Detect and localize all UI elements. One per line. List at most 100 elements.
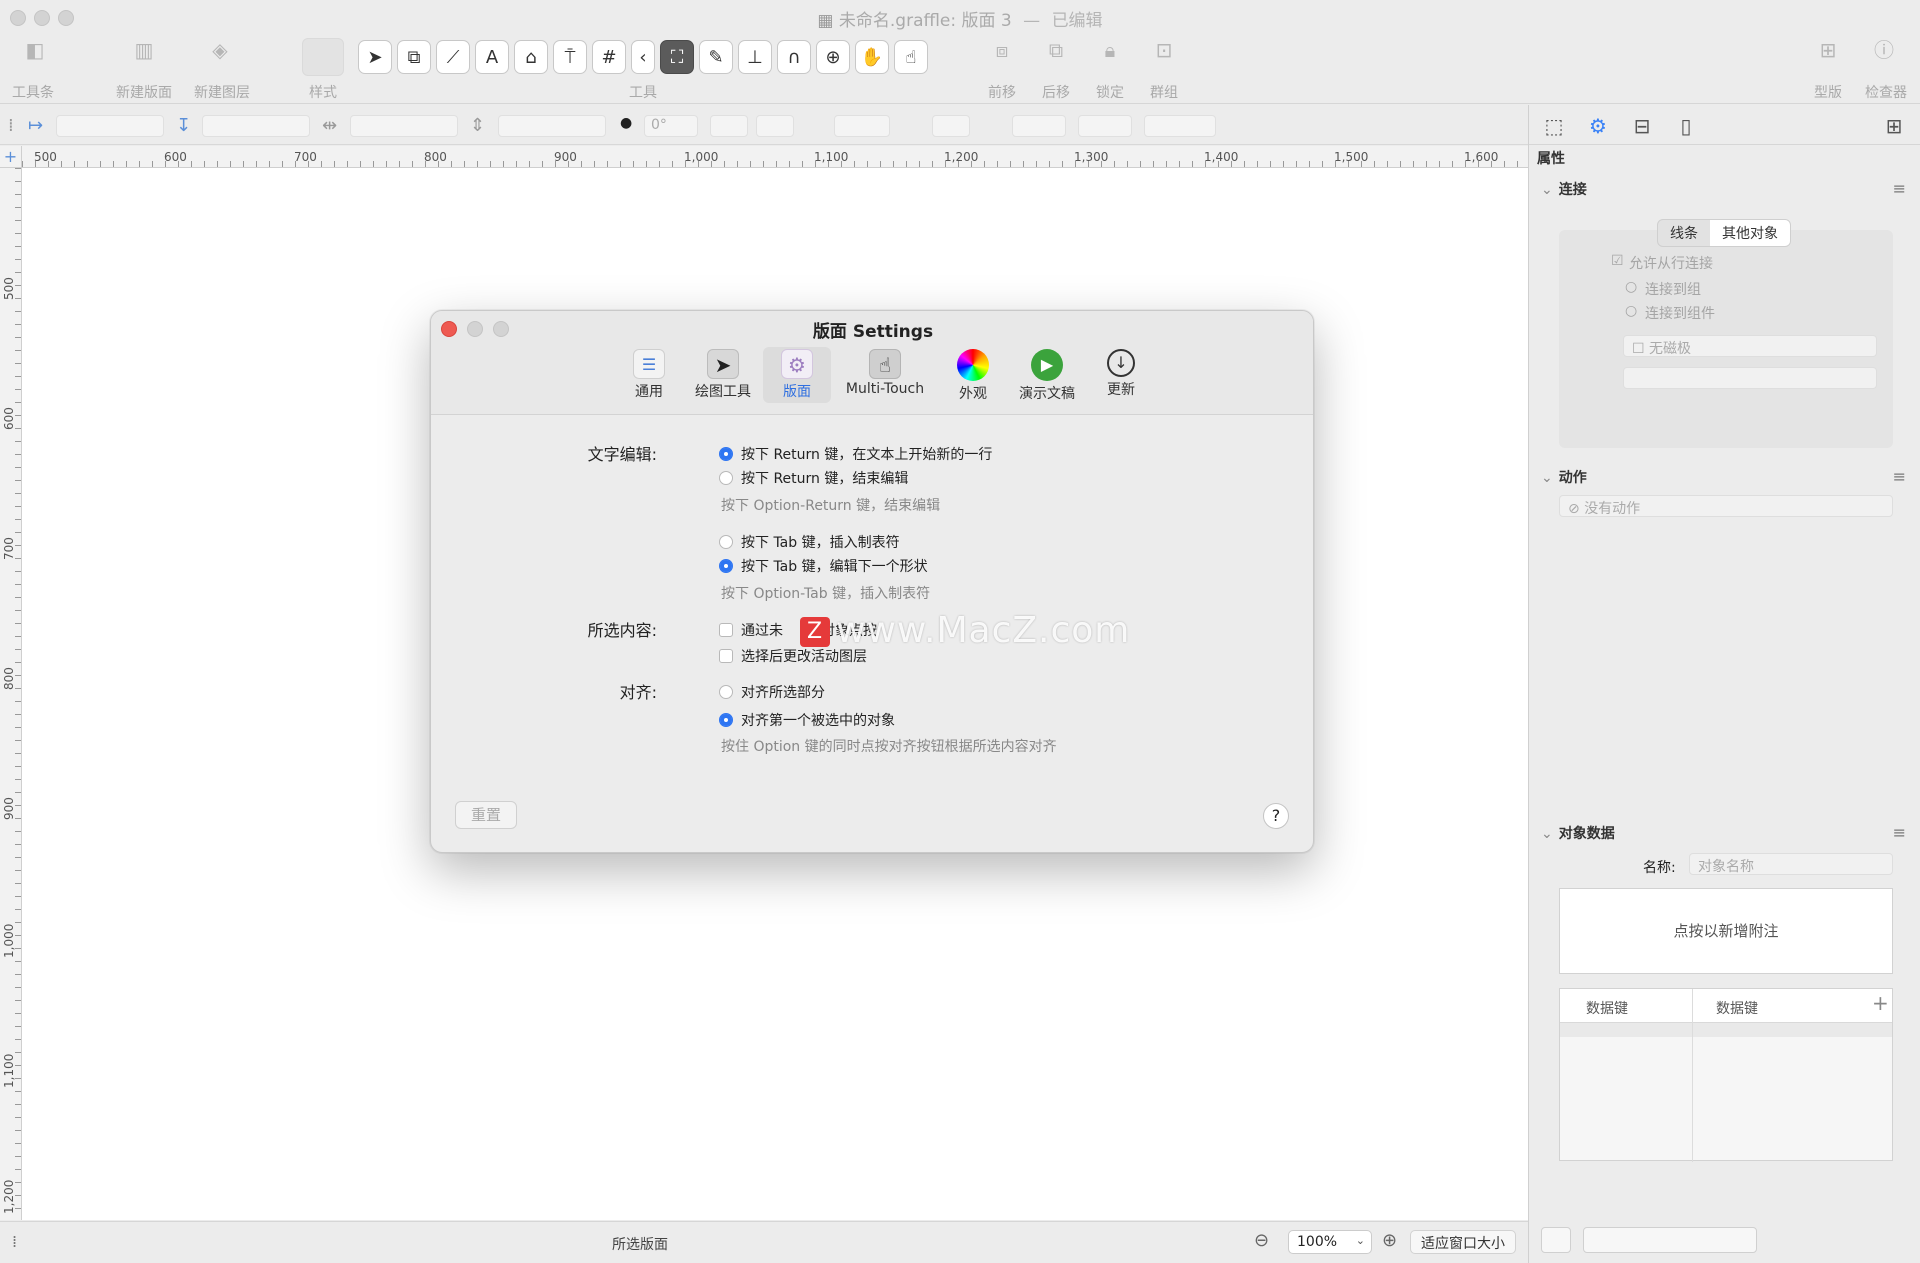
connect-to-group-radio[interactable]: 连接到组 bbox=[1645, 279, 1701, 299]
ruler-origin-icon[interactable]: + bbox=[0, 146, 22, 168]
format-bar: ⁞ ↦ ↧ ⇹ ⇕ ● 0° bbox=[0, 105, 1528, 145]
browse-tool[interactable]: ☝ bbox=[894, 40, 928, 74]
section-actions-title[interactable]: ⌄ 动作 bbox=[1541, 467, 1587, 487]
action-popup[interactable]: ⊘ 没有动作 bbox=[1559, 495, 1893, 517]
stencils-button[interactable]: ⊞ bbox=[1812, 38, 1844, 68]
add-note-area[interactable]: 点按以新增附注 bbox=[1559, 888, 1893, 974]
stroke-style-popup[interactable] bbox=[1012, 115, 1066, 137]
style-brush-tool[interactable]: ✎ bbox=[699, 40, 733, 74]
width-field[interactable] bbox=[350, 115, 458, 137]
magnet-popup[interactable]: ☐ 无磁极 bbox=[1623, 335, 1877, 357]
add-row-button[interactable]: + bbox=[1872, 991, 1889, 1015]
return-end-editing-radio[interactable]: 按下 Return 键，结束编辑 bbox=[719, 468, 908, 488]
pen-tool[interactable]: ⌂ bbox=[514, 40, 548, 74]
inspector-tab-grid[interactable]: ⊞ bbox=[1881, 113, 1907, 139]
height-field[interactable] bbox=[498, 115, 606, 137]
lock-button[interactable]: 🔒︎ bbox=[1094, 38, 1126, 68]
canvas-icon: ⊟ bbox=[1633, 114, 1651, 138]
tab-updates[interactable]: ↓ 更新 bbox=[1087, 347, 1155, 403]
arrow-cursor-icon: ➤ bbox=[707, 349, 739, 379]
segment-lines[interactable]: 线条 bbox=[1658, 220, 1710, 246]
tab-appearance[interactable]: 外观 bbox=[939, 347, 1007, 403]
line-tool[interactable]: ⟋ bbox=[436, 40, 470, 74]
fit-in-window-button[interactable]: 适应窗口大小 bbox=[1410, 1230, 1516, 1254]
tab-insert-radio[interactable]: 按下 Tab 键，插入制表符 bbox=[719, 532, 900, 552]
segment-other-objects[interactable]: 其他对象 bbox=[1710, 220, 1790, 246]
inspector-footer-button[interactable] bbox=[1541, 1227, 1571, 1253]
inspector-tab-object[interactable]: ⬚ bbox=[1541, 113, 1567, 139]
group-label: 群组 bbox=[1150, 85, 1178, 101]
send-backward-button[interactable]: ⧉ bbox=[1040, 38, 1072, 68]
align-selection-radio[interactable]: 对齐所选部分 bbox=[719, 682, 825, 702]
inspector-tab-canvas[interactable]: ⊟ bbox=[1629, 113, 1655, 139]
reset-button[interactable]: 重置 bbox=[455, 801, 517, 829]
stroke-width-field[interactable] bbox=[932, 115, 970, 137]
rotation-field[interactable]: 0° bbox=[644, 115, 698, 137]
return-newline-radio[interactable]: 按下 Return 键，在文本上开始新的一行 bbox=[719, 444, 992, 464]
tab-updates-label: 更新 bbox=[1107, 382, 1135, 398]
collapse-tools-button[interactable]: ‹ bbox=[631, 40, 655, 74]
group-button[interactable]: ⊡ bbox=[1148, 38, 1180, 68]
click-through-label: 通过未 bbox=[741, 623, 783, 639]
fill-popup[interactable] bbox=[834, 115, 890, 137]
tab-presentation[interactable]: ▶ 演示文稿 bbox=[1013, 347, 1081, 403]
magnet-secondary-popup[interactable] bbox=[1623, 367, 1877, 389]
window-title-status: 已编辑 bbox=[1051, 11, 1103, 31]
zoom-out-icon[interactable]: ⊖ bbox=[1254, 1230, 1269, 1251]
font-size-field[interactable] bbox=[1144, 115, 1216, 137]
toolbar-toggle-button[interactable]: ◧ bbox=[16, 38, 54, 68]
help-button[interactable]: ? bbox=[1263, 803, 1289, 829]
table-row[interactable] bbox=[1560, 1023, 1892, 1037]
style-well[interactable] bbox=[302, 38, 344, 76]
tab-next-shape-radio[interactable]: 按下 Tab 键，编辑下一个形状 bbox=[719, 556, 928, 576]
rotation-dial-icon: ● bbox=[620, 115, 633, 131]
flip-vertical-button[interactable] bbox=[756, 115, 794, 137]
connect-to-component-radio[interactable]: 连接到组件 bbox=[1645, 303, 1715, 323]
section-menu-icon[interactable]: ≡ bbox=[1893, 179, 1906, 198]
shape-tool[interactable]: ⧉ bbox=[397, 40, 431, 74]
shadow-popup[interactable] bbox=[1078, 115, 1132, 137]
section-connection-title[interactable]: ⌄ 连接 bbox=[1541, 179, 1587, 199]
align-first-object-radio[interactable]: 对齐第一个被选中的对象 bbox=[719, 710, 895, 730]
section-menu-icon[interactable]: ≡ bbox=[1893, 823, 1906, 842]
tab-multi-touch[interactable]: ☝ Multi-Touch bbox=[837, 347, 933, 403]
new-canvas-button[interactable]: ▥ bbox=[126, 38, 162, 68]
section-object-data-title[interactable]: ⌄ 对象数据 bbox=[1541, 823, 1615, 843]
rubber-stamp-tool[interactable]: ⊥ bbox=[738, 40, 772, 74]
allow-line-connection-checkbox[interactable]: 允许从行连接 bbox=[1629, 253, 1713, 273]
inspector-label: 检查器 bbox=[1865, 85, 1907, 101]
zoom-tool[interactable]: ⊕ bbox=[816, 40, 850, 74]
color-wheel-icon bbox=[957, 349, 989, 381]
tab-drawing-tools[interactable]: ➤ 绘图工具 bbox=[689, 347, 757, 403]
tab-general[interactable]: ☰ 通用 bbox=[615, 347, 683, 403]
inspector-button[interactable]: ⓘ bbox=[1868, 38, 1900, 68]
hand-tool[interactable]: ✋ bbox=[855, 40, 889, 74]
object-name-field[interactable]: 对象名称 bbox=[1689, 853, 1893, 875]
selection-tool[interactable]: ➤ bbox=[358, 40, 392, 74]
zoom-in-icon[interactable]: ⊕ bbox=[1382, 1230, 1397, 1251]
inspector-tab-properties[interactable]: ⚙ bbox=[1585, 113, 1611, 139]
ruler-label: 700 bbox=[294, 150, 317, 164]
vertical-ruler[interactable]: 500 600 700 800 900 1,000 1,100 1,200 bbox=[0, 168, 22, 1220]
point-editor-tool[interactable]: ⍑ bbox=[553, 40, 587, 74]
data-key-table[interactable]: 数据键 数据键 + bbox=[1559, 988, 1893, 1162]
x-position-field[interactable] bbox=[56, 115, 164, 137]
flip-horizontal-button[interactable] bbox=[710, 115, 748, 137]
bring-forward-button[interactable]: ⧈ bbox=[986, 38, 1018, 68]
inspector-tab-document[interactable]: ▯ bbox=[1673, 113, 1699, 139]
diagram-tool[interactable]: # bbox=[592, 40, 626, 74]
new-layer-button[interactable]: ◈ bbox=[202, 38, 238, 68]
text-editing-label: 文字编辑: bbox=[587, 445, 657, 464]
y-position-field[interactable] bbox=[202, 115, 310, 137]
object-name-label: 名称: bbox=[1643, 860, 1676, 876]
ruler-label: 800 bbox=[424, 150, 447, 164]
magnet-tool[interactable]: ∩ bbox=[777, 40, 811, 74]
inspector-footer-field[interactable] bbox=[1583, 1227, 1757, 1253]
zoom-popup[interactable]: 100% ⌄ bbox=[1288, 1230, 1372, 1254]
window-title-separator: — bbox=[1023, 11, 1041, 31]
diagram-hierarchy-tool[interactable]: ⛶ bbox=[660, 40, 694, 74]
horizontal-ruler[interactable]: 500 600 700 800 900 1,000 1,100 1,200 1,… bbox=[22, 146, 1528, 168]
tab-canvas[interactable]: ⚙ 版面 bbox=[763, 347, 831, 403]
section-menu-icon[interactable]: ≡ bbox=[1893, 467, 1906, 486]
text-tool[interactable]: A bbox=[475, 40, 509, 74]
